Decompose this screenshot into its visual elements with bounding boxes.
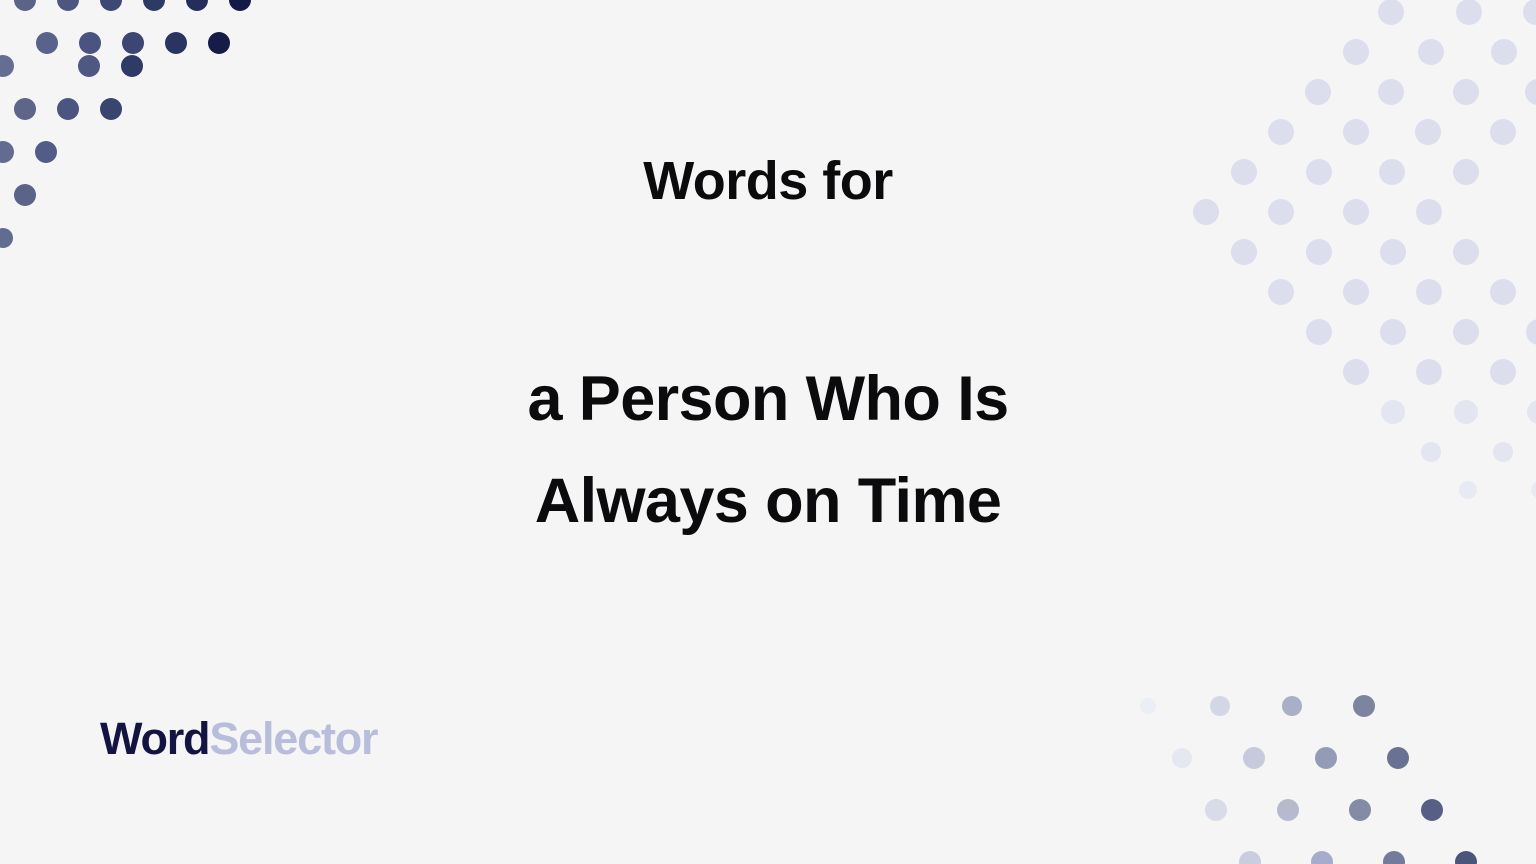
wordselector-logo[interactable]: WordSelector [100,713,379,764]
hero-headline: a Person Who Is Always on Time [0,348,1536,552]
logo-primary-text: Word [100,713,211,764]
hero-eyebrow: Words for [643,151,893,211]
hero-headline-line-1: a Person Who Is [527,364,1009,434]
hero-headline-line-2: Always on Time [534,466,1002,537]
logo-secondary-text: Selector [209,713,378,764]
poster-canvas: Words for a Person Who Is Always on Time… [0,0,1536,864]
hero-content: Words for a Person Who Is Always on Time… [0,0,1536,864]
